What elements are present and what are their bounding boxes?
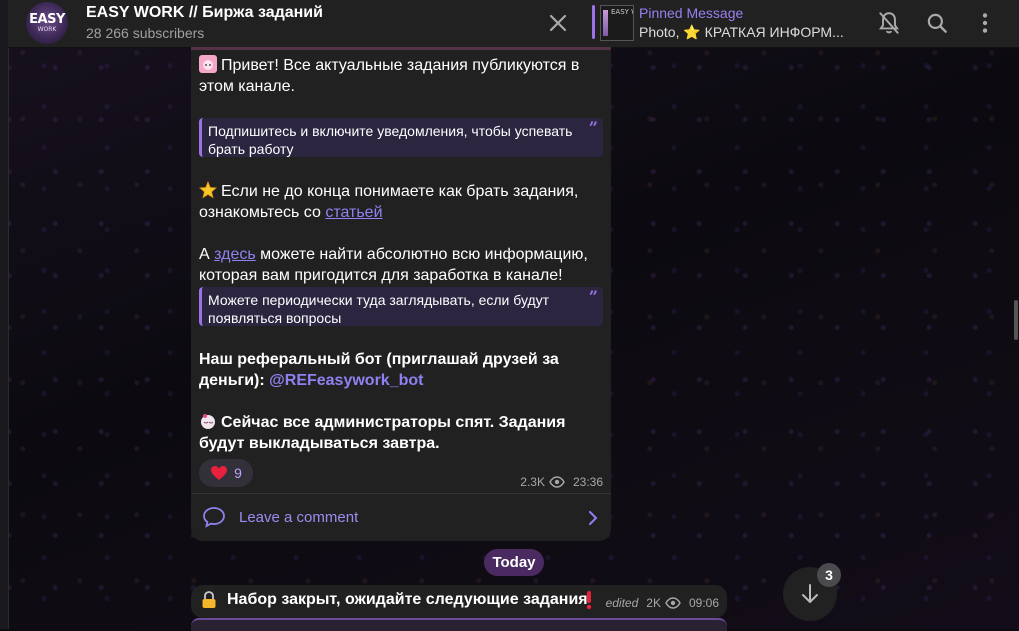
quote-icon: ” <box>588 118 598 137</box>
channel-message[interactable]: Привет! Все актуальные задания публикуют… <box>191 47 611 541</box>
paragraph-3-text-after: можете найти абсолютно всю информацию, к… <box>199 246 588 284</box>
message-2-view-count: 2K <box>646 596 661 610</box>
arrow-down-icon <box>802 584 818 603</box>
media-edge <box>191 47 611 50</box>
blockquote-1: Подпишитесь и включите уведомления, чтоб… <box>199 118 603 157</box>
message-paragraph-1: Привет! Все актуальные задания публикуют… <box>199 55 603 97</box>
eye-icon <box>665 597 681 609</box>
channel-message-2[interactable]: Набор закрыт, ожидайте следующие задания… <box>191 585 727 618</box>
blockquote-2: Можете периодически туда заглядывать, ес… <box>199 287 603 326</box>
blockquote-2-text: Можете периодически туда заглядывать, ес… <box>208 292 550 326</box>
here-link[interactable]: здесь <box>214 246 256 263</box>
message-2-text: Набор закрыт, ожидайте следующие задания <box>227 591 588 608</box>
message-meta: 2.3K 23:36 <box>520 475 603 489</box>
message-paragraph-5: Сейчас все администраторы спят. Задания … <box>199 412 603 454</box>
unread-count-badge: 3 <box>817 563 841 587</box>
quote-icon: ” <box>588 287 598 306</box>
paragraph-5-text: Сейчас все администраторы спят. Задания … <box>199 414 566 452</box>
lock-icon <box>202 591 216 608</box>
message-paragraph-4: Наш реферальный бот (приглашай друзей за… <box>199 349 603 391</box>
star-emoji-icon <box>199 181 217 199</box>
chat-header: EASY WORK EASY WORK // Биржа заданий 28 … <box>8 0 1019 48</box>
chevron-right-icon <box>589 511 598 525</box>
close-icon[interactable] <box>546 11 570 35</box>
blockquote-1-text: Подпишитесь и включите уведомления, чтоб… <box>208 123 573 157</box>
pinned-message-label[interactable]: Pinned Message <box>639 5 743 21</box>
paragraph-2-text: Если не до конца понимаете как брать зад… <box>199 183 579 221</box>
view-count: 2.3K <box>520 475 545 489</box>
channel-title[interactable]: EASY WORK // Биржа заданий <box>86 4 323 22</box>
left-panel-edge <box>0 0 9 629</box>
next-message-edge <box>191 618 727 631</box>
leave-comment-label: Leave a comment <box>239 509 359 526</box>
bot-mention-link[interactable]: @REFeasywork_bot <box>269 372 423 389</box>
message-paragraph-3: А здесь можете найти абсолютно всю инфор… <box>199 244 603 286</box>
more-vertical-icon[interactable] <box>972 10 998 36</box>
reaction-count: 9 <box>234 465 242 481</box>
leave-comment-button[interactable]: Leave a comment <box>191 494 611 541</box>
paragraph-3-text-before: А <box>199 246 215 263</box>
pinned-thumb-strip <box>603 10 608 36</box>
bell-off-icon[interactable] <box>876 10 902 36</box>
comment-bubble-icon <box>203 507 225 528</box>
avatar-subtext: WORK <box>37 26 57 33</box>
message-2-time: 09:06 <box>688 596 719 610</box>
article-link[interactable]: статьей <box>325 204 382 221</box>
sleeping-emoji-icon <box>201 414 215 429</box>
paragraph-1-text: Привет! Все актуальные задания публикуют… <box>199 57 580 95</box>
scrollbar-thumb[interactable] <box>1014 300 1018 340</box>
message-2-meta: edited 2K 09:06 <box>606 596 719 610</box>
subscriber-count: 28 266 subscribers <box>86 25 205 41</box>
anime-girl-emoji-icon <box>199 55 217 73</box>
avatar-text: EASY <box>29 12 65 27</box>
eye-icon <box>549 476 565 488</box>
exclamation-icon <box>586 591 592 610</box>
message-paragraph-2: Если не до конца понимаете как брать зад… <box>199 181 603 223</box>
channel-avatar[interactable]: EASY WORK <box>26 2 68 44</box>
date-separator: Today <box>484 549 544 576</box>
heart-icon <box>211 466 228 480</box>
pinned-message-preview[interactable]: Photo, ⭐ КРАТКАЯ ИНФОРМ... <box>639 24 849 41</box>
pinned-accent-bar <box>592 5 595 39</box>
pinned-thumbnail[interactable]: EASY W <box>600 5 634 41</box>
search-icon[interactable] <box>924 10 950 36</box>
edited-label: edited <box>605 596 639 610</box>
message-time: 23:36 <box>572 475 603 489</box>
heart-reaction[interactable]: 9 <box>199 459 253 487</box>
